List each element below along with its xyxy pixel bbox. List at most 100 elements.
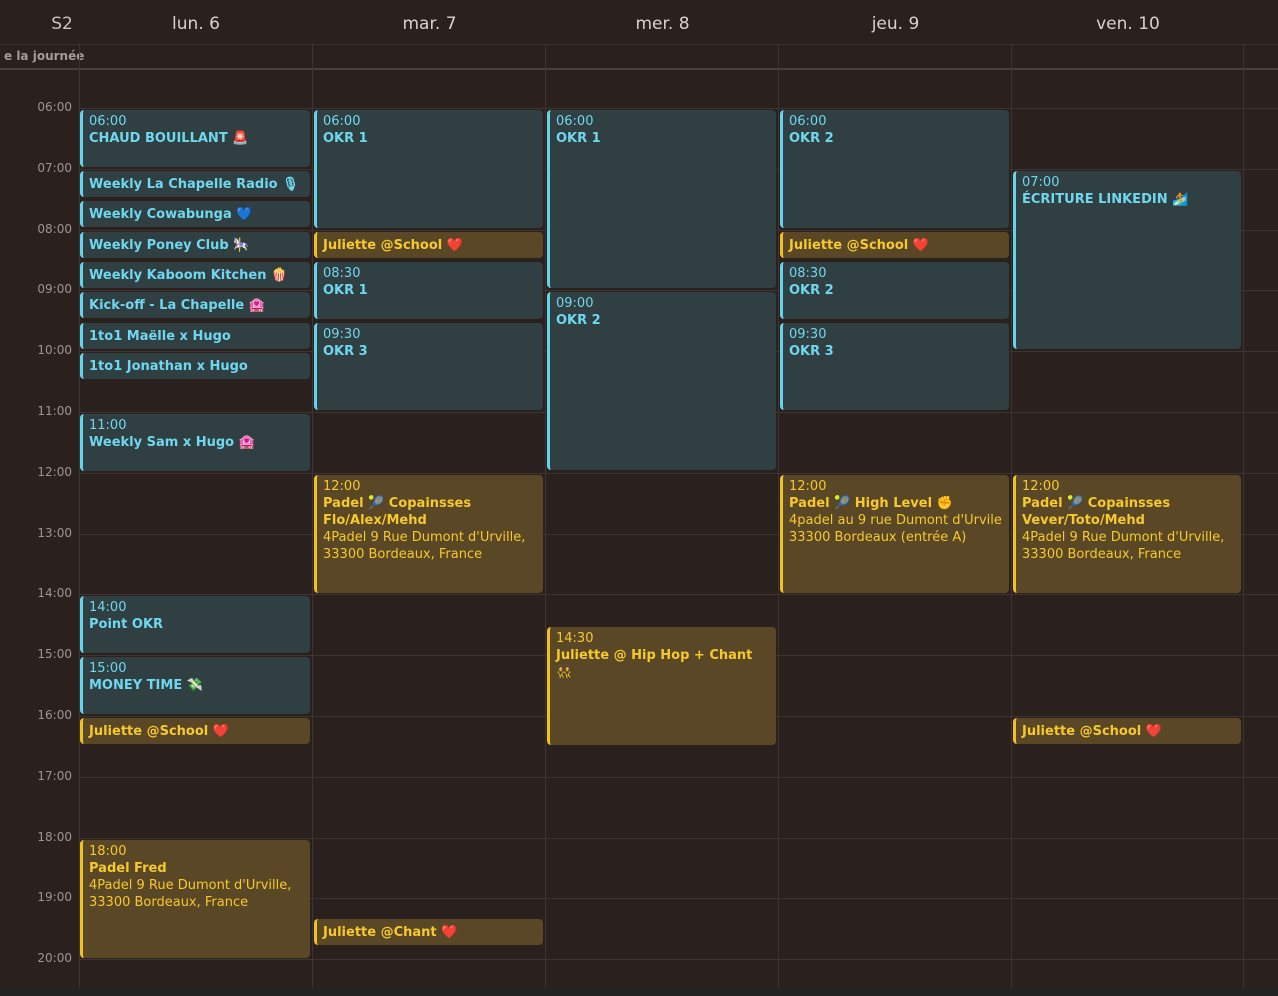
week-number: S2 — [51, 14, 73, 34]
calendar-event[interactable]: 08:30 OKR 1 — [314, 262, 543, 319]
event-title: Weekly La Chapelle Radio 🎙 — [89, 177, 299, 192]
day-header-1[interactable]: mar. 7 — [313, 14, 546, 34]
column-divider — [545, 44, 546, 988]
hour-label: 18:00 — [37, 830, 72, 844]
calendar-event[interactable]: Juliette @School ❤️ — [80, 718, 310, 744]
calendar-event[interactable]: 12:00 Padel 🎾 Copainsses Vever/Toto/Mehd 4… — [1013, 475, 1241, 593]
event-location: 4padel au 9 rue Dumont d'Urvile 33300 Bo… — [789, 513, 1002, 545]
hour-label: 19:00 — [37, 890, 72, 904]
event-title: ÉCRITURE LINKEDIN 🏄 — [1022, 192, 1189, 207]
event-time: 06:00 — [789, 114, 827, 129]
event-time: 08:30 — [789, 266, 827, 281]
day-header-4[interactable]: ven. 10 — [1012, 14, 1244, 34]
calendar-event[interactable]: Weekly Cowabunga 💙 — [80, 201, 310, 227]
calendar-event[interactable]: 06:00 CHAUD BOUILLANT 🚨 — [80, 110, 310, 167]
column-divider — [312, 44, 313, 988]
event-title: Padel Fred — [89, 861, 167, 876]
event-time: 07:00 — [1022, 175, 1060, 190]
event-time: 14:00 — [89, 600, 127, 615]
event-title: OKR 1 — [323, 131, 368, 146]
column-divider — [778, 44, 779, 988]
event-time: 06:00 — [323, 114, 361, 129]
calendar-event[interactable]: 06:00 OKR 1 — [314, 110, 543, 228]
calendar-event[interactable]: 12:00 Padel 🎾 Copainsses Flo/Alex/Mehd 4Pa… — [314, 475, 543, 593]
event-title: OKR 3 — [323, 344, 368, 359]
calendar-event[interactable]: Weekly La Chapelle Radio 🎙 — [80, 171, 310, 197]
event-title: Kick-off - La Chapelle 🏩 — [89, 298, 265, 313]
event-title: Juliette @School ❤️ — [89, 724, 229, 739]
calendar-event[interactable]: 1to1 Jonathan x Hugo — [80, 353, 310, 379]
event-title: Juliette @School ❤️ — [1022, 724, 1162, 739]
all-day-row[interactable]: e la journée — [0, 44, 1278, 70]
event-time: 08:30 — [323, 266, 361, 281]
event-time: 09:00 — [556, 296, 594, 311]
calendar-event[interactable]: 1to1 Maëlle x Hugo — [80, 323, 310, 349]
hour-label: 06:00 — [37, 100, 72, 114]
event-title: OKR 1 — [323, 283, 368, 298]
calendar-event[interactable]: 06:00 OKR 1 — [547, 110, 776, 288]
hour-label: 10:00 — [37, 343, 72, 357]
day-header-3[interactable]: jeu. 9 — [779, 14, 1012, 34]
calendar-event[interactable]: 09:30 OKR 3 — [314, 323, 543, 410]
event-title: Padel 🎾 Copainsses Vever/Toto/Mehd — [1022, 496, 1171, 528]
calendar-event[interactable]: 07:00 ÉCRITURE LINKEDIN 🏄 — [1013, 171, 1241, 349]
hour-line — [79, 594, 1278, 595]
calendar-event[interactable]: Kick-off - La Chapelle 🏩 — [80, 292, 310, 318]
column-divider — [1243, 44, 1244, 988]
calendar-event[interactable]: Weekly Poney Club 🎠 — [80, 232, 310, 258]
hour-label: 15:00 — [37, 647, 72, 661]
event-title: OKR 2 — [789, 131, 834, 146]
calendar-event[interactable]: 18:00 Padel Fred 4Padel 9 Rue Dumont d'Urv… — [80, 840, 310, 958]
column-divider — [1011, 44, 1012, 988]
event-title: Juliette @ Hip Hop + Chant 👯 — [556, 648, 753, 680]
event-time: 14:30 — [556, 631, 594, 646]
event-title: OKR 2 — [789, 283, 834, 298]
calendar-event[interactable]: Juliette @School ❤️ — [1013, 718, 1241, 744]
event-title: 1to1 Maëlle x Hugo — [89, 329, 231, 344]
event-title: Juliette @School ❤️ — [789, 238, 929, 253]
hour-line — [79, 473, 1278, 474]
calendar-event[interactable]: Juliette @School ❤️ — [314, 232, 543, 258]
calendar-event[interactable]: Juliette @School ❤️ — [780, 232, 1009, 258]
calendar-event[interactable]: 09:30 OKR 3 — [780, 323, 1009, 410]
calendar-event[interactable]: 11:00 Weekly Sam x Hugo 🏩 — [80, 414, 310, 471]
event-time: 15:00 — [89, 661, 127, 676]
hour-label: 09:00 — [37, 282, 72, 296]
event-title: CHAUD BOUILLANT 🚨 — [89, 131, 249, 146]
calendar-event[interactable]: 09:00 OKR 2 — [547, 292, 776, 470]
event-title: OKR 1 — [556, 131, 601, 146]
event-title: 1to1 Jonathan x Hugo — [89, 359, 248, 374]
hour-label: 14:00 — [37, 586, 72, 600]
calendar-event[interactable]: 14:00 Point OKR — [80, 596, 310, 653]
calendar-event[interactable]: Juliette @Chant ❤️ — [314, 919, 543, 945]
event-title: Padel 🎾 Copainsses Flo/Alex/Mehd — [323, 496, 472, 528]
event-title: Weekly Kaboom Kitchen 🍿 — [89, 268, 288, 283]
event-title: Weekly Cowabunga 💙 — [89, 207, 253, 222]
calendar-event[interactable]: 12:00 Padel 🎾 High Level ✊ 4padel au 9 rue… — [780, 475, 1009, 593]
hour-line — [79, 838, 1278, 839]
day-header-0[interactable]: lun. 6 — [79, 14, 313, 34]
event-time: 09:30 — [789, 327, 827, 342]
bottom-bar — [0, 988, 1278, 996]
hour-label: 16:00 — [37, 708, 72, 722]
calendar-event[interactable]: 06:00 OKR 2 — [780, 110, 1009, 228]
event-time: 06:00 — [556, 114, 594, 129]
calendar-week-view: S2 lun. 6 mar. 7 mer. 8 jeu. 9 ven. 10 e la … — [0, 0, 1278, 996]
hour-label: 17:00 — [37, 769, 72, 783]
event-title: Padel 🎾 High Level ✊ — [789, 496, 953, 511]
hour-line — [79, 108, 1278, 109]
calendar-event[interactable]: 14:30 Juliette @ Hip Hop + Chant 👯 — [547, 627, 776, 745]
event-title: Weekly Poney Club 🎠 — [89, 238, 250, 253]
event-time: 12:00 — [1022, 479, 1060, 494]
all-day-label: e la journée — [4, 49, 85, 63]
hour-label: 07:00 — [37, 161, 72, 175]
hour-line — [79, 959, 1278, 960]
calendar-event[interactable]: Weekly Kaboom Kitchen 🍿 — [80, 262, 310, 288]
calendar-event[interactable]: 08:30 OKR 2 — [780, 262, 1009, 319]
event-time: 11:00 — [89, 418, 127, 433]
day-header-2[interactable]: mer. 8 — [546, 14, 779, 34]
calendar-event[interactable]: 15:00 MONEY TIME 💸 — [80, 657, 310, 714]
event-time: 12:00 — [323, 479, 361, 494]
event-time: 09:30 — [323, 327, 361, 342]
event-location: 4Padel 9 Rue Dumont d'Urville, 33300 Bor… — [89, 878, 292, 910]
